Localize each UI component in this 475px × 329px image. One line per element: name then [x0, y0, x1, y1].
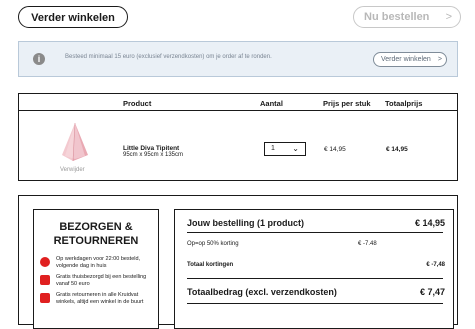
order-summary-title: Jouw bestelling (1 product)	[187, 218, 305, 228]
banner-continue-shopping-button[interactable]: Verder winkelen >	[373, 52, 447, 67]
product-name[interactable]: Little Diva Tipitent	[123, 145, 179, 152]
chevron-right-icon: >	[437, 56, 442, 63]
truck-icon	[40, 275, 50, 285]
quantity-select[interactable]: 1 ⌄	[264, 142, 306, 156]
grand-total-value: € 7,47	[419, 287, 445, 297]
minimum-order-message: Besteed minimaal 15 euro (exclusief verz…	[65, 54, 272, 60]
summary-divider	[187, 303, 443, 304]
total-discounts-label: Totaal kortingen	[187, 262, 234, 268]
discount-value: € -7.48	[358, 241, 377, 247]
summary-divider	[187, 278, 443, 279]
product-image[interactable]	[59, 122, 91, 162]
clock-icon	[40, 257, 50, 267]
order-now-label: Nu bestellen	[364, 11, 430, 23]
chevron-right-icon: >	[445, 11, 452, 23]
remove-item-link[interactable]: Verwijder	[60, 167, 85, 173]
header-unit-price: Prijs per stuk	[323, 99, 371, 108]
product-dimensions: 95cm x 95cm x 135cm	[123, 152, 184, 158]
minimum-order-banner: i Besteed minimaal 15 euro (exclusief ve…	[18, 41, 458, 77]
continue-shopping-button[interactable]: Verder winkelen	[18, 6, 128, 28]
cart-table: Product Aantal Prijs per stuk Totaalprij…	[18, 93, 458, 181]
order-now-button[interactable]: Nu bestellen >	[353, 6, 461, 28]
grand-total-label: Totaalbedrag (excl. verzendkosten)	[187, 287, 337, 297]
quantity-value: 1	[271, 145, 275, 152]
checkout-panel: BEZORGEN & RETOURNEREN Op werkdagen voor…	[18, 195, 458, 329]
header-quantity: Aantal	[260, 99, 283, 108]
delivery-item-text: Gratis retourneren in alle Kruidvat wink…	[56, 292, 144, 305]
chevron-down-icon: ⌄	[292, 144, 299, 153]
total-discounts-value: € -7,48	[426, 262, 445, 268]
unit-price: € 14,95	[324, 146, 346, 153]
header-product: Product	[123, 99, 152, 108]
line-total: € 14,95	[386, 146, 408, 153]
delivery-info-box: BEZORGEN & RETOURNEREN Op werkdagen voor…	[33, 209, 159, 329]
delivery-title-line1: BEZORGEN &	[59, 221, 133, 233]
delivery-item-text: Gratis thuisbezorgd bij een bestelling v…	[56, 274, 147, 287]
summary-divider	[187, 232, 443, 233]
header-divider	[19, 110, 457, 111]
order-summary-box: Jouw bestelling (1 product) € 14,95 Op=o…	[174, 209, 454, 329]
order-subtotal: € 14,95	[414, 218, 445, 228]
delivery-title-line2: RETOURNEREN	[53, 235, 139, 247]
delivery-title: BEZORGEN & RETOURNEREN	[34, 220, 158, 248]
info-icon: i	[33, 53, 45, 65]
header-total-price: Totaalprijs	[385, 99, 423, 108]
store-icon	[40, 293, 50, 303]
delivery-item-text: Op werkdagen voor 22:00 besteld, volgend…	[56, 256, 141, 269]
banner-continue-label: Verder winkelen	[381, 56, 431, 63]
discount-label: Op=op 50% korting	[187, 241, 239, 247]
